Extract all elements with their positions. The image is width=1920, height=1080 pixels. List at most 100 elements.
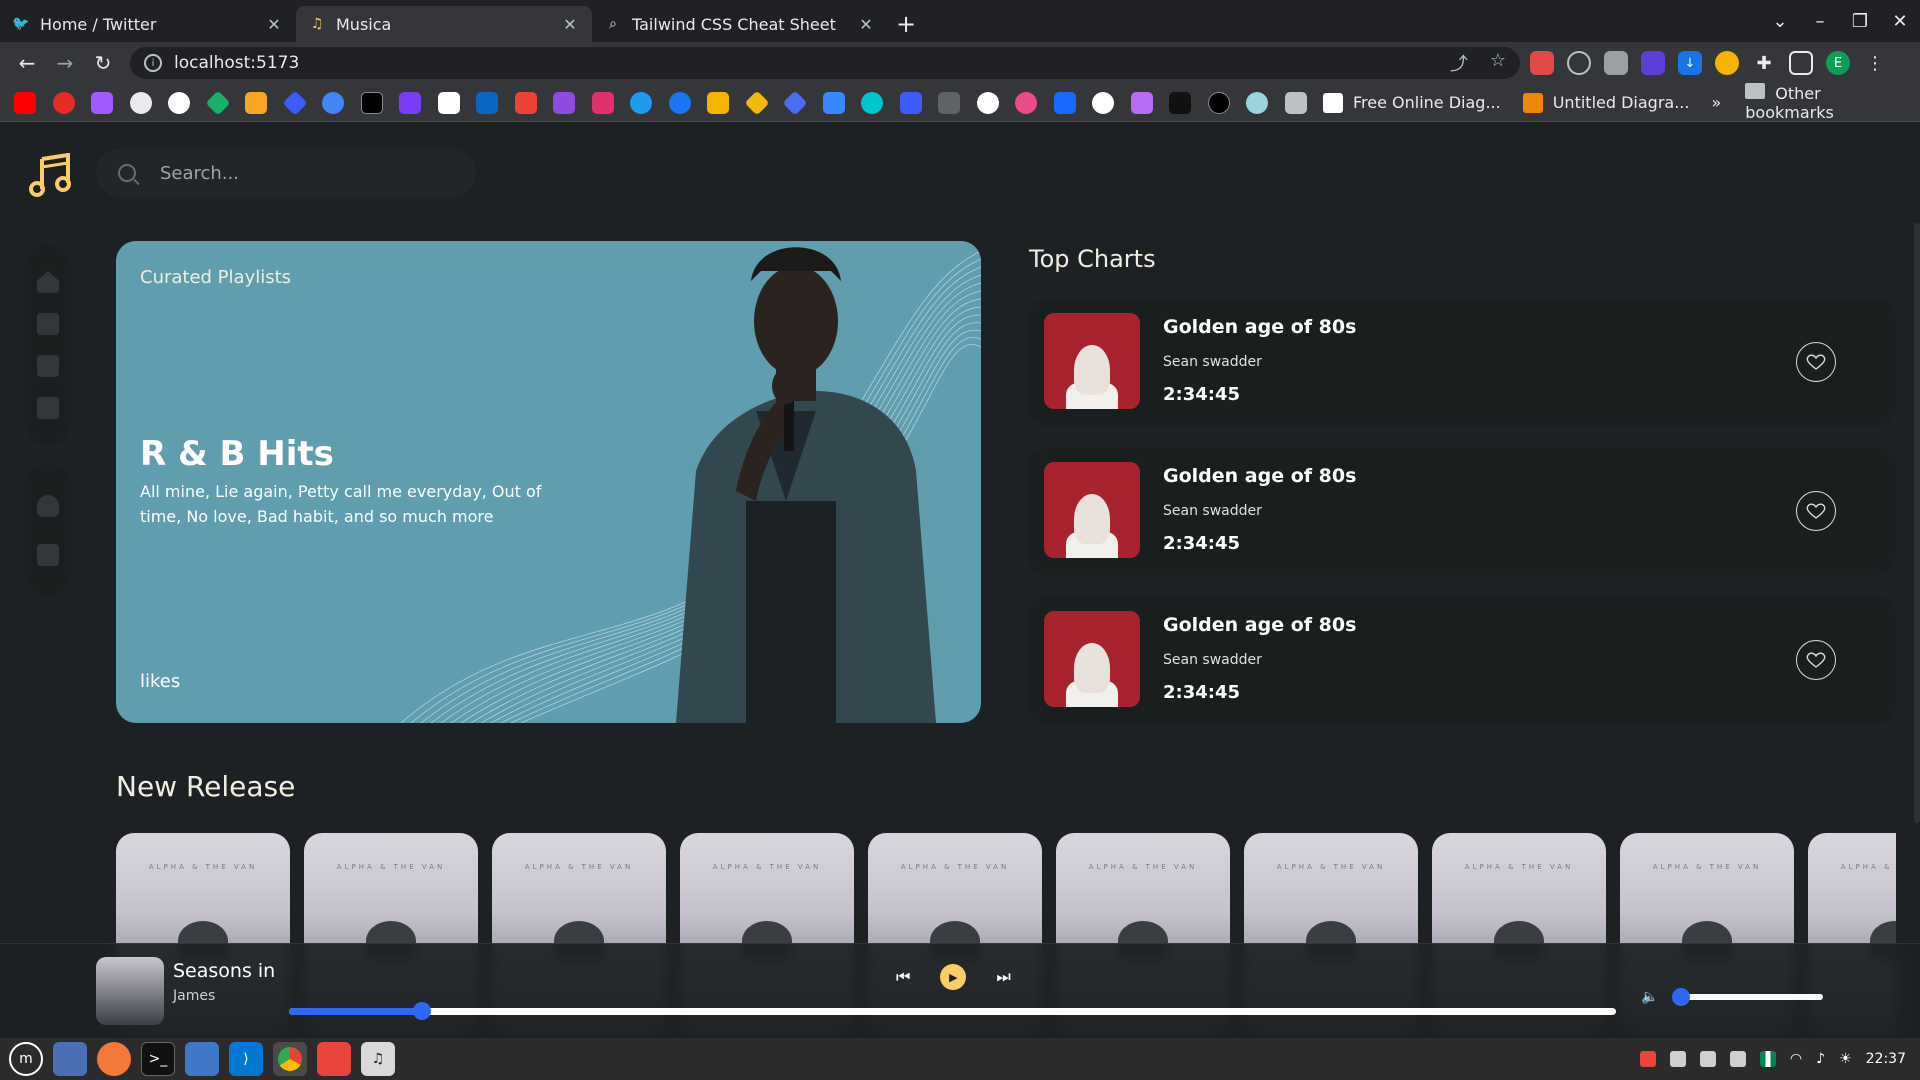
search-bar[interactable]: Search... xyxy=(96,149,476,197)
new-tab-button[interactable]: + xyxy=(888,6,924,42)
clock[interactable]: 22:37 xyxy=(1866,1051,1906,1067)
heart-icon[interactable] xyxy=(1796,640,1836,680)
extension-icon[interactable] xyxy=(1715,51,1739,75)
volume-icon[interactable]: 🔈 xyxy=(1641,989,1658,1005)
github-bookmark-icon[interactable] xyxy=(129,91,152,114)
close-window-icon[interactable]: ✕ xyxy=(1880,11,1920,32)
bookmark-icon[interactable] xyxy=(707,91,729,114)
brightness-icon[interactable]: ☀ xyxy=(1839,1051,1852,1067)
bookmark-icon[interactable] xyxy=(1130,91,1153,114)
playlist-icon[interactable] xyxy=(37,313,59,335)
minimize-icon[interactable]: – xyxy=(1800,11,1840,32)
vscode-icon[interactable]: ⟩ xyxy=(229,1042,263,1076)
bookmark-icon[interactable] xyxy=(205,90,230,115)
page-scrollbar[interactable] xyxy=(1914,223,1920,823)
search-input[interactable]: Search... xyxy=(160,163,239,184)
close-tab-icon[interactable]: ✕ xyxy=(856,15,876,34)
keyboard-layout-icon[interactable] xyxy=(1759,1051,1776,1067)
heart-icon[interactable] xyxy=(1796,342,1836,382)
show-desktop-icon[interactable] xyxy=(53,1042,87,1076)
download-extension-icon[interactable]: ↓ xyxy=(1678,51,1702,75)
instagram-bookmark-icon[interactable] xyxy=(591,91,614,114)
firebase-bookmark-icon[interactable] xyxy=(245,91,267,114)
camera-extension-icon[interactable] xyxy=(1604,51,1628,75)
files-icon[interactable] xyxy=(185,1042,219,1076)
bookmark-icon[interactable] xyxy=(1207,91,1230,114)
profile-avatar[interactable]: E xyxy=(1826,51,1850,75)
bookmark-icon[interactable] xyxy=(822,91,845,114)
shield-icon[interactable] xyxy=(1699,1051,1716,1067)
clipboard-icon[interactable] xyxy=(1669,1051,1686,1067)
bookmark-icon[interactable] xyxy=(399,91,421,114)
extension-icon[interactable] xyxy=(1641,51,1665,75)
heart-icon[interactable] xyxy=(1796,491,1836,531)
chrome-icon[interactable] xyxy=(273,1042,307,1076)
videos-icon[interactable] xyxy=(37,397,59,419)
next-icon[interactable]: ⏭ xyxy=(996,967,1010,987)
previous-icon[interactable]: ⏮ xyxy=(896,967,910,987)
radio-icon[interactable] xyxy=(37,355,59,377)
globe-bookmark-icon[interactable] xyxy=(1092,91,1114,114)
bookmark-icon[interactable] xyxy=(360,91,383,114)
tab-twitter[interactable]: 🐦 Home / Twitter ✕ xyxy=(0,6,296,42)
more-bookmarks-button[interactable]: » xyxy=(1711,93,1721,112)
youtube-bookmark-icon[interactable] xyxy=(14,91,36,114)
bookmark-star-icon[interactable]: ☆ xyxy=(1490,50,1506,76)
back-button[interactable]: ← xyxy=(10,46,44,80)
bookmark-free-online-diag[interactable]: Free Online Diag... xyxy=(1323,92,1501,113)
other-bookmarks[interactable]: Other bookmarks xyxy=(1745,83,1906,122)
gmail-bookmark-icon[interactable] xyxy=(514,91,537,114)
site-info-icon[interactable]: i xyxy=(144,54,162,72)
bookmark-icon[interactable] xyxy=(52,91,75,114)
share-icon[interactable]: ⤴ xyxy=(1450,50,1468,76)
firefox-icon[interactable] xyxy=(97,1042,131,1076)
progress-bar[interactable] xyxy=(289,1002,1616,1020)
google-bookmark-icon[interactable] xyxy=(322,91,344,114)
behance-bookmark-icon[interactable] xyxy=(1053,91,1076,114)
volume-slider[interactable] xyxy=(1672,988,1823,1006)
twitter-bookmark-icon[interactable] xyxy=(630,91,652,114)
linkedin-bookmark-icon[interactable] xyxy=(476,91,498,114)
bookmark-icon[interactable] xyxy=(976,91,999,114)
forward-button[interactable]: → xyxy=(48,46,82,80)
home-icon[interactable] xyxy=(37,271,59,293)
bookmark-icon[interactable] xyxy=(168,91,190,114)
top-chart-card[interactable]: Golden age of 80s Sean swadder 2:34:45 xyxy=(1028,447,1896,575)
extension-icon[interactable] xyxy=(1530,51,1554,75)
music-logo-icon[interactable] xyxy=(28,153,72,197)
mint-menu-icon[interactable]: m xyxy=(9,1042,43,1076)
profile-icon[interactable] xyxy=(37,494,59,517)
extension-icon[interactable] xyxy=(1567,51,1591,75)
bookmark-icon[interactable] xyxy=(782,90,808,115)
close-tab-icon[interactable]: ✕ xyxy=(560,15,580,34)
bookmark-icon[interactable] xyxy=(899,91,922,114)
side-panel-icon[interactable] xyxy=(1789,51,1813,75)
bookmark-untitled-diagram[interactable]: Untitled Diagra... xyxy=(1522,92,1689,113)
progress-knob[interactable] xyxy=(412,1002,431,1020)
close-tab-icon[interactable]: ✕ xyxy=(264,15,284,34)
canva-bookmark-icon[interactable] xyxy=(861,91,883,114)
play-button[interactable]: ▶ xyxy=(940,964,967,990)
kebab-menu-icon[interactable]: ⋮ xyxy=(1863,51,1887,75)
tab-search-icon[interactable]: ⌄ xyxy=(1760,11,1800,32)
wifi-icon[interactable]: ◠ xyxy=(1790,1051,1802,1067)
bookmark-icon[interactable] xyxy=(1246,91,1268,114)
puzzle-icon[interactable]: ✚ xyxy=(1752,51,1776,75)
maximize-icon[interactable]: ❐ xyxy=(1840,11,1880,32)
bookmark-icon[interactable] xyxy=(282,90,307,115)
anydesk-icon[interactable] xyxy=(317,1042,351,1076)
reload-button[interactable]: ↻ xyxy=(86,46,120,80)
volume-knob[interactable] xyxy=(1672,988,1691,1006)
binance-bookmark-icon[interactable] xyxy=(744,90,769,115)
figma-bookmark-icon[interactable] xyxy=(91,91,113,114)
music-note-tray-icon[interactable]: ♪ xyxy=(1816,1051,1825,1067)
bookmark-icon[interactable] xyxy=(1169,91,1191,114)
tab-musica[interactable]: ♫ Musica ✕ xyxy=(296,6,592,42)
top-chart-card[interactable]: Golden age of 80s Sean swadder 2:34:45 xyxy=(1028,298,1896,426)
bookmark-icon[interactable] xyxy=(1284,91,1307,114)
logout-icon[interactable] xyxy=(37,543,59,566)
music-player-icon[interactable]: ♫ xyxy=(361,1042,395,1076)
bookmark-icon[interactable] xyxy=(553,91,575,114)
hero-banner[interactable]: Curated Playlists R & B Hits All mine, L… xyxy=(116,241,981,723)
terminal-icon[interactable]: >_ xyxy=(141,1042,175,1076)
